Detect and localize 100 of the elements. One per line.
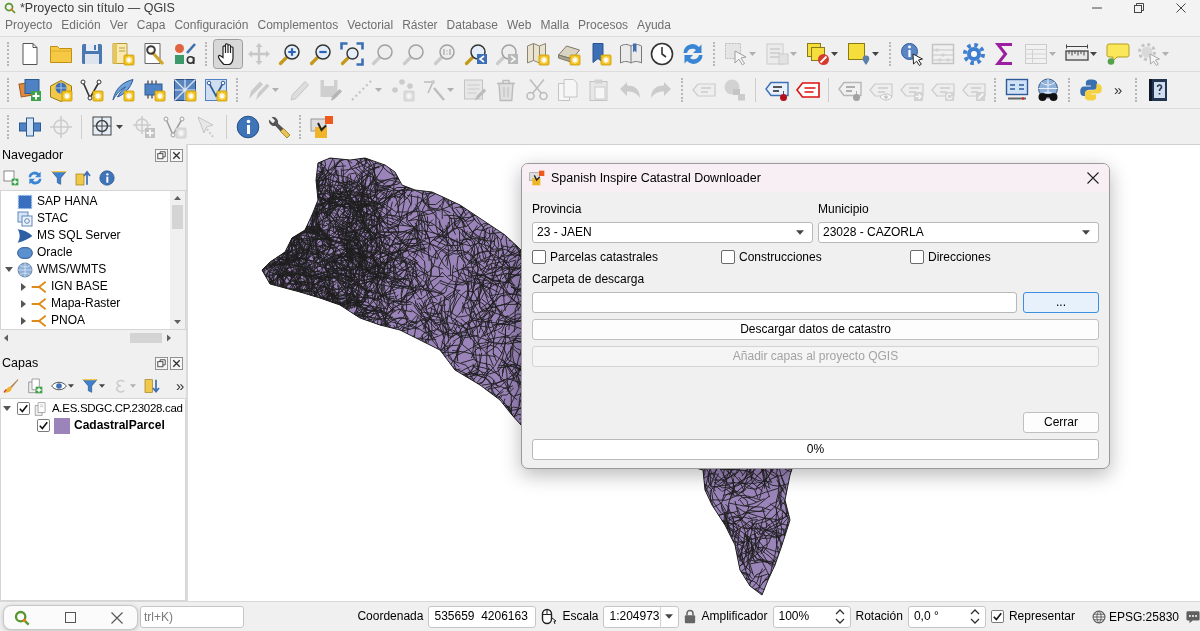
- map-sheet-icon[interactable]: [525, 42, 550, 66]
- layout-page-icon[interactable]: [110, 42, 135, 66]
- float-icon[interactable]: [155, 148, 168, 162]
- clock-icon[interactable]: [649, 42, 674, 66]
- crs-button[interactable]: EPSG:25830: [1089, 607, 1181, 626]
- caret-icon[interactable]: [1082, 230, 1090, 235]
- zoom-last-icon[interactable]: [463, 42, 488, 66]
- bar-handle-icon[interactable]: [17, 114, 42, 139]
- gear-icon[interactable]: [961, 42, 986, 66]
- scale-combobox[interactable]: 1:204973: [603, 605, 680, 628]
- vertex-square-icon[interactable]: [203, 78, 228, 102]
- add-square-icon[interactable]: [3, 170, 19, 186]
- filter-icon[interactable]: [82, 378, 98, 394]
- checkbox[interactable]: [990, 610, 1004, 623]
- close-icon[interactable]: [170, 148, 183, 162]
- locator-field[interactable]: trl+K): [140, 605, 244, 628]
- tree-item[interactable]: IGN BASE: [51, 279, 108, 294]
- checkbox[interactable]: [532, 250, 546, 265]
- tree-item[interactable]: PNOA: [51, 313, 85, 328]
- coordinate-field[interactable]: 535659 4206163: [428, 605, 537, 628]
- caret-right-icon[interactable]: [20, 299, 26, 308]
- spin-arrows-icon[interactable]: [834, 609, 845, 624]
- layers-add-icon[interactable]: [17, 78, 42, 102]
- monitor-icon[interactable]: [1004, 78, 1029, 102]
- caret-icon[interactable]: [831, 52, 838, 56]
- caret-down-icon[interactable]: [5, 267, 13, 272]
- close-button[interactable]: Cerrar: [1023, 412, 1099, 433]
- menu-item[interactable]: Proyecto: [0, 16, 57, 35]
- book-bookmark-icon[interactable]: [618, 42, 643, 66]
- checkbox[interactable]: [910, 250, 924, 265]
- filter-icon[interactable]: [51, 170, 67, 186]
- globe-box-icon[interactable]: [48, 78, 73, 102]
- sort-icon[interactable]: [144, 378, 160, 394]
- menu-item[interactable]: Capa: [131, 16, 170, 35]
- menu-item[interactable]: Ayuda: [632, 16, 675, 35]
- action-button[interactable]: Descargar datos de catastro: [532, 319, 1099, 341]
- menu-item[interactable]: Configuración: [169, 16, 253, 35]
- tree-item[interactable]: WMS/WMTS: [37, 262, 107, 277]
- caret-right-icon[interactable]: [20, 282, 26, 291]
- page-wrench-icon[interactable]: [141, 42, 166, 66]
- spin-arrows-icon[interactable]: [969, 609, 980, 624]
- dropdown-field[interactable]: 23028 - CAZORLA: [818, 222, 1099, 243]
- caret-icon[interactable]: [99, 384, 105, 388]
- close-icon[interactable]: [111, 611, 123, 624]
- caret-down-icon[interactable]: [3, 406, 11, 411]
- chip-icon[interactable]: [141, 78, 166, 102]
- checkbox[interactable]: [721, 250, 735, 265]
- caret-icon[interactable]: [796, 230, 804, 235]
- map-3d-icon[interactable]: [556, 42, 581, 66]
- feather-icon[interactable]: [110, 78, 135, 102]
- mouse-icon[interactable]: [541, 607, 558, 626]
- info-icon[interactable]: [99, 170, 115, 186]
- more-tools-button[interactable]: »: [1106, 80, 1131, 100]
- menu-item[interactable]: Complementos: [252, 16, 343, 35]
- menu-item[interactable]: Web: [501, 16, 536, 35]
- mesh-grid-icon[interactable]: [172, 78, 197, 102]
- menu-item[interactable]: Malla: [535, 16, 574, 35]
- logo-icon[interactable]: [14, 609, 30, 626]
- download-plugin-icon[interactable]: [309, 114, 334, 139]
- square-pin-icon[interactable]: [846, 42, 871, 66]
- tree-item[interactable]: Oracle: [37, 245, 73, 260]
- checkbox[interactable]: [37, 419, 50, 432]
- browse-button[interactable]: ...: [1023, 292, 1099, 314]
- caret-icon[interactable]: [68, 384, 74, 388]
- shapes-pen-icon[interactable]: [172, 42, 197, 66]
- checkbox[interactable]: [17, 402, 30, 415]
- menu-item[interactable]: Ráster: [397, 16, 442, 35]
- tree-item[interactable]: Mapa-Raster: [51, 296, 121, 311]
- menu-item[interactable]: Edición: [56, 16, 105, 35]
- caret-icon[interactable]: [665, 614, 674, 619]
- folder-field[interactable]: [532, 292, 1017, 314]
- caret-icon[interactable]: [116, 124, 123, 129]
- globe-binoculars-icon[interactable]: [1035, 78, 1060, 102]
- menu-item[interactable]: Procesos: [573, 16, 633, 35]
- zoom-out-icon[interactable]: [308, 42, 333, 66]
- dropdown-field[interactable]: 23 - JAEN: [532, 222, 813, 243]
- lock-icon[interactable]: [684, 609, 697, 624]
- layer-name[interactable]: CadastralParcel: [74, 418, 165, 433]
- tree-item[interactable]: STAC: [37, 211, 69, 226]
- caret-icon[interactable]: [872, 52, 879, 56]
- maximize-icon[interactable]: [65, 612, 76, 623]
- float-icon[interactable]: [155, 356, 168, 370]
- close-icon[interactable]: [170, 356, 183, 370]
- python-icon[interactable]: [1078, 78, 1103, 102]
- wrench-icon[interactable]: [266, 114, 291, 139]
- messages-icon[interactable]: [1186, 609, 1200, 624]
- minimize-icon[interactable]: [1092, 6, 1102, 9]
- crosshair-frame-icon[interactable]: [90, 114, 115, 139]
- caret-right-icon[interactable]: [20, 316, 26, 325]
- zoom-full-icon[interactable]: [339, 42, 364, 66]
- tree-item[interactable]: MS SQL Server: [37, 228, 121, 243]
- tree-item[interactable]: SAP HANA: [37, 194, 98, 209]
- restore-icon[interactable]: [1134, 2, 1144, 13]
- menu-item[interactable]: Vectorial: [342, 16, 398, 35]
- close-icon[interactable]: [1176, 2, 1186, 13]
- menu-item[interactable]: Ver: [104, 16, 132, 35]
- magnifier-spinbox[interactable]: 100%: [772, 605, 851, 628]
- rotation-spinbox[interactable]: 0,0 °: [907, 605, 986, 628]
- info-icon[interactable]: [235, 114, 260, 139]
- speech-bubble-icon[interactable]: [1105, 42, 1130, 66]
